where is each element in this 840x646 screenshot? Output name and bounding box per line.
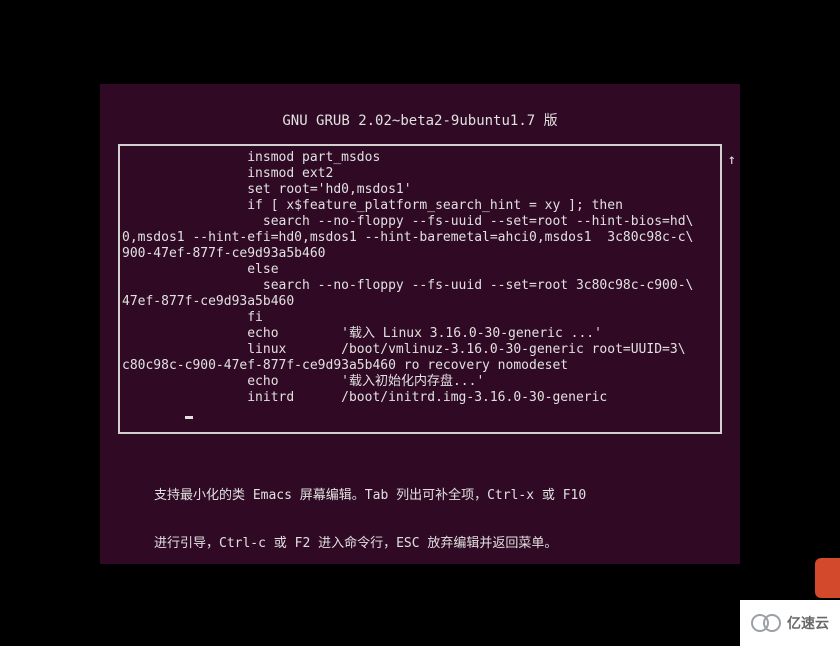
text-cursor-icon: [185, 416, 193, 419]
editor-line: initrd /boot/initrd.img-3.16.0-30-generi…: [122, 390, 718, 406]
help-text: 支持最小化的类 Emacs 屏幕编辑。Tab 列出可补全项，Ctrl-x 或 F…: [154, 456, 686, 584]
help-line-1: 支持最小化的类 Emacs 屏幕编辑。Tab 列出可补全项，Ctrl-x 或 F…: [154, 488, 686, 504]
editor-line: 0,msdos1 --hint-efi=hd0,msdos1 --hint-ba…: [122, 230, 718, 246]
editor-line: c80c98c-c900-47ef-877f-ce9d93a5b460 ro r…: [122, 358, 718, 374]
editor-line: insmod part_msdos: [122, 150, 718, 166]
editor-wrap: insmod part_msdos insmod ext2 set root='…: [118, 144, 722, 434]
footer-brand-bar: 亿速云: [740, 600, 840, 646]
brand-text: 亿速云: [787, 613, 829, 633]
side-badge-icon: [815, 558, 840, 598]
editor-line: echo '载入 Linux 3.16.0-30-generic ...': [122, 326, 718, 342]
editor-line: linux /boot/vmlinuz-3.16.0-30-generic ro…: [122, 342, 718, 358]
editor-line: 900-47ef-877f-ce9d93a5b460: [122, 246, 718, 262]
editor-line: search --no-floppy --fs-uuid --set=root …: [122, 214, 718, 230]
grub-terminal: GNU GRUB 2.02~beta2-9ubuntu1.7 版 insmod …: [100, 84, 740, 564]
editor-line: search --no-floppy --fs-uuid --set=root …: [122, 278, 718, 294]
grub-title: GNU GRUB 2.02~beta2-9ubuntu1.7 版: [100, 84, 740, 140]
editor-line: 47ef-877f-ce9d93a5b460: [122, 294, 718, 310]
editor-line: if [ x$feature_platform_search_hint = xy…: [122, 198, 718, 214]
editor-line: echo '载入初始化内存盘...': [122, 374, 718, 390]
scroll-up-arrow-icon: ↑: [728, 152, 736, 168]
editor-line: set root='hd0,msdos1': [122, 182, 718, 198]
editor-line: else: [122, 262, 718, 278]
grub-edit-box[interactable]: insmod part_msdos insmod ext2 set root='…: [118, 144, 722, 434]
editor-line: insmod ext2: [122, 166, 718, 182]
brand-logo-icon: [751, 614, 781, 632]
editor-line: fi: [122, 310, 718, 326]
help-line-2: 进行引导，Ctrl-c 或 F2 进入命令行，ESC 放弃编辑并返回菜单。: [154, 536, 686, 552]
editor-cursor-line: [122, 406, 718, 422]
